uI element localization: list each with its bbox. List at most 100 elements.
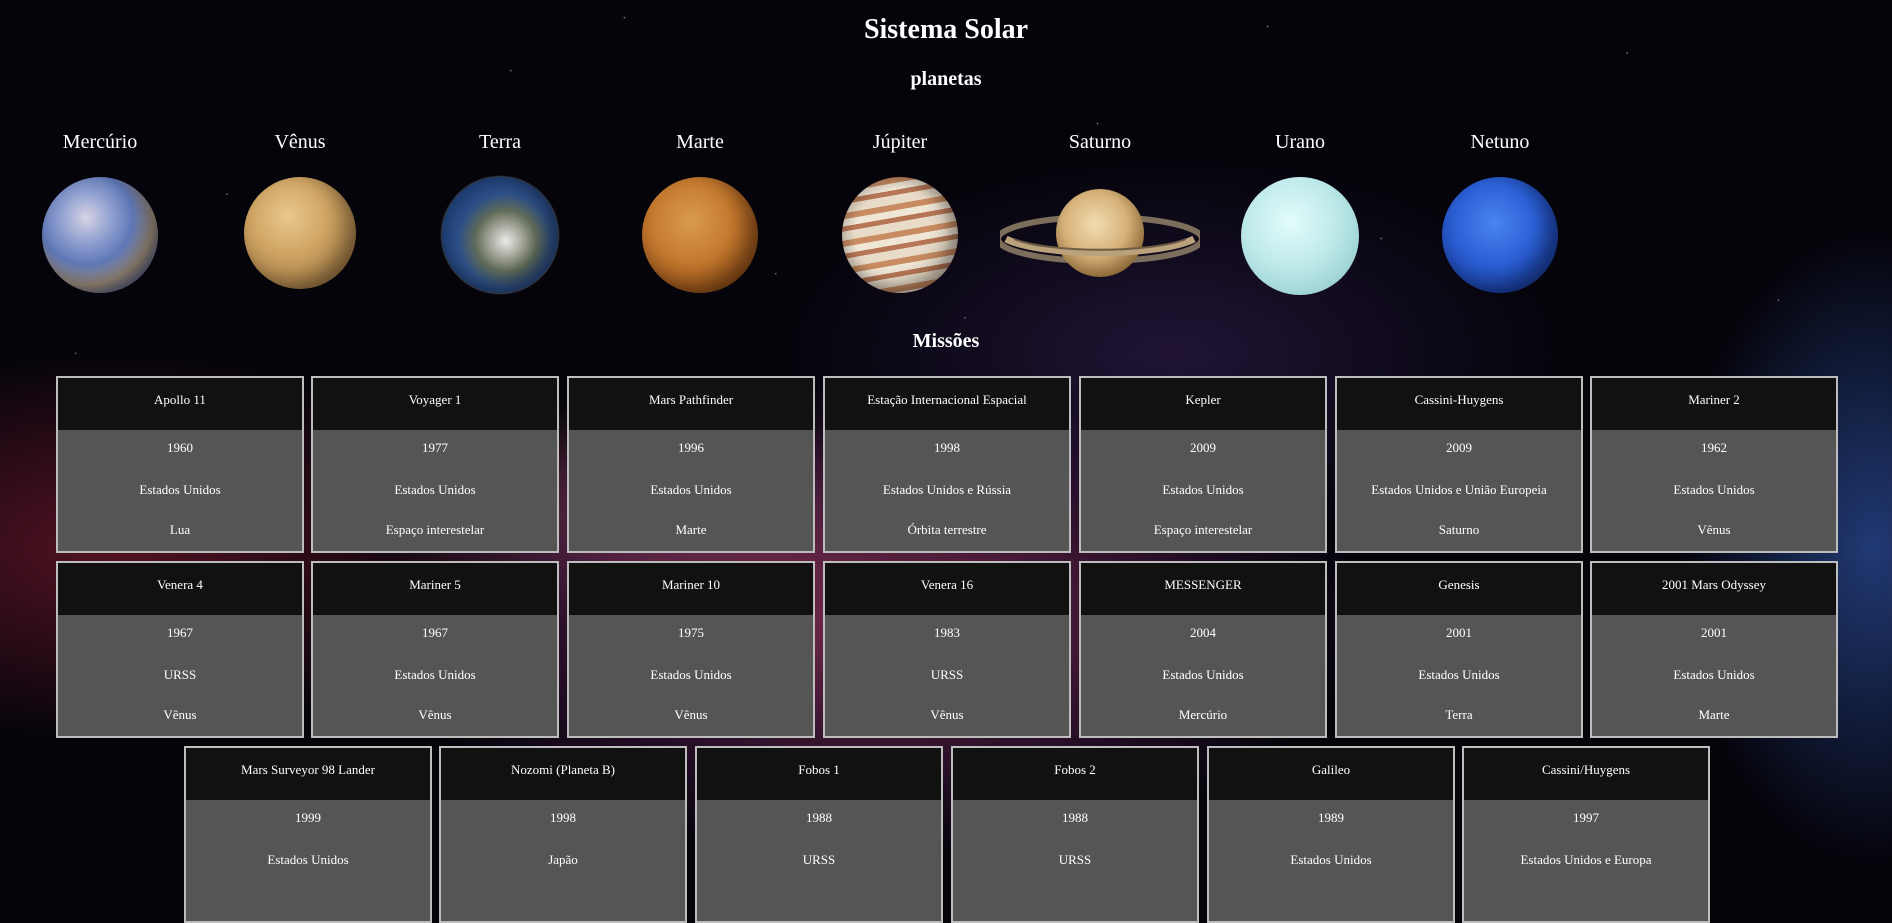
mission-country: URSS bbox=[1058, 852, 1092, 867]
mission-year: 1997 bbox=[1573, 810, 1599, 825]
mission-card[interactable]: Voyager 1 1977 Estados Unidos Espaço int… bbox=[311, 376, 559, 553]
planet-name: Mercúrio bbox=[62, 131, 138, 153]
mission-target: Terra bbox=[1445, 707, 1473, 722]
planet-name: Netuno bbox=[1470, 131, 1530, 153]
mission-target: Espaço interestelar bbox=[385, 522, 485, 537]
mission-country: Estados Unidos e Rússia bbox=[882, 482, 1012, 497]
mission-name: Mars Surveyor 98 Lander bbox=[186, 748, 430, 800]
mission-year: 2001 bbox=[1446, 625, 1472, 640]
planet-name: Vênus bbox=[274, 131, 326, 153]
mission-card[interactable]: Venera 16 1983 URSS Vênus bbox=[823, 561, 1071, 738]
mission-card[interactable]: Mariner 2 1962 Estados Unidos Vênus bbox=[1590, 376, 1838, 553]
planets-heading: planetas bbox=[910, 68, 982, 90]
mission-year: 1998 bbox=[550, 810, 576, 825]
mission-name: Mariner 5 bbox=[313, 563, 557, 615]
uranus-planet-image bbox=[1241, 177, 1359, 295]
mission-card[interactable]: Venera 4 1967 URSS Vênus bbox=[56, 561, 304, 738]
mission-card[interactable]: Apollo 11 1960 Estados Unidos Lua bbox=[56, 376, 304, 553]
mission-target bbox=[186, 880, 430, 920]
mission-card[interactable]: Mars Pathfinder 1996 Estados Unidos Mart… bbox=[567, 376, 815, 553]
mission-name: Mars Pathfinder bbox=[569, 378, 813, 430]
mission-country: Estados Unidos e Europa bbox=[1520, 852, 1652, 867]
mission-year: 1988 bbox=[806, 810, 832, 825]
mission-country: URSS bbox=[802, 852, 836, 867]
mission-name: Venera 4 bbox=[58, 563, 302, 615]
mission-card[interactable]: Fobos 1 1988 URSS bbox=[695, 746, 943, 923]
mission-name: Galileo bbox=[1209, 748, 1453, 800]
planet-jupiter: Júpiter bbox=[800, 130, 1000, 293]
mission-year: 1988 bbox=[1062, 810, 1088, 825]
mission-card[interactable]: 2001 Mars Odyssey 2001 Estados Unidos Ma… bbox=[1590, 561, 1838, 738]
mission-year: 1989 bbox=[1318, 810, 1344, 825]
planet-name: Marte bbox=[676, 131, 724, 153]
planet-mars: Marte bbox=[600, 130, 800, 293]
mission-target: Lua bbox=[169, 522, 191, 537]
mission-country: URSS bbox=[163, 667, 197, 682]
mission-card[interactable]: Mariner 10 1975 Estados Unidos Vênus bbox=[567, 561, 815, 738]
planet-venus: Vênus bbox=[200, 130, 400, 289]
neptune-planet-image bbox=[1442, 177, 1558, 293]
mission-target bbox=[1209, 880, 1453, 920]
planet-name: Urano bbox=[1275, 131, 1325, 153]
venus-planet-image bbox=[244, 177, 356, 289]
mission-name: Apollo 11 bbox=[58, 378, 302, 430]
mission-card[interactable]: Kepler 2009 Estados Unidos Espaço intere… bbox=[1079, 376, 1327, 553]
mission-name: 2001 Mars Odyssey bbox=[1592, 563, 1836, 615]
saturn-planet-image bbox=[1000, 177, 1200, 293]
planet-name: Terra bbox=[479, 131, 521, 153]
mission-name: Mariner 2 bbox=[1592, 378, 1836, 430]
mission-year: 1967 bbox=[422, 625, 448, 640]
mission-card[interactable]: Cassini/Huygens 1997 Estados Unidos e Eu… bbox=[1462, 746, 1710, 923]
mission-name: Genesis bbox=[1337, 563, 1581, 615]
mission-target bbox=[441, 880, 685, 920]
mission-name: Voyager 1 bbox=[313, 378, 557, 430]
mission-target: Vênus bbox=[930, 707, 964, 722]
mission-country: Estados Unidos bbox=[1290, 852, 1372, 867]
mission-target bbox=[697, 880, 941, 920]
mission-name: Cassini/Huygens bbox=[1464, 748, 1708, 800]
mission-target: Marte bbox=[1698, 707, 1730, 722]
mission-card[interactable]: Fobos 2 1988 URSS bbox=[951, 746, 1199, 923]
mission-country: Estados Unidos bbox=[394, 482, 476, 497]
mission-year: 1998 bbox=[934, 440, 960, 455]
mission-card[interactable]: Mariner 5 1967 Estados Unidos Vênus bbox=[311, 561, 559, 738]
mission-country: Japão bbox=[548, 852, 578, 867]
mission-year: 1962 bbox=[1701, 440, 1727, 455]
mission-country: Estados Unidos e União Europeia bbox=[1371, 482, 1547, 497]
mission-target: Vênus bbox=[418, 707, 452, 722]
mission-target: Marte bbox=[675, 522, 707, 537]
mission-card[interactable]: Cassini-Huygens 2009 Estados Unidos e Un… bbox=[1335, 376, 1583, 553]
planet-neptune: Netuno bbox=[1400, 130, 1600, 293]
planet-mercury: Mercúrio bbox=[0, 130, 200, 293]
mission-name: Cassini-Huygens bbox=[1337, 378, 1581, 430]
jupiter-planet-image bbox=[842, 177, 958, 293]
mission-country: Estados Unidos bbox=[1673, 482, 1755, 497]
mission-target bbox=[1464, 880, 1708, 920]
planet-uranus: Urano bbox=[1200, 130, 1400, 295]
mission-name: MESSENGER bbox=[1081, 563, 1325, 615]
planet-name: Saturno bbox=[1068, 131, 1132, 153]
mission-country: Estados Unidos bbox=[1673, 667, 1755, 682]
mission-target: Órbita terrestre bbox=[907, 522, 987, 537]
mission-name: Estação Internacional Espacial bbox=[825, 378, 1069, 430]
mission-country: Estados Unidos bbox=[1162, 667, 1244, 682]
mission-year: 2009 bbox=[1190, 440, 1216, 455]
mission-country: Estados Unidos bbox=[267, 852, 349, 867]
mission-card[interactable]: Estação Internacional Espacial 1998 Esta… bbox=[823, 376, 1071, 553]
missions-heading: Missões bbox=[912, 330, 980, 352]
mission-card[interactable]: Genesis 2001 Estados Unidos Terra bbox=[1335, 561, 1583, 738]
mission-country: Estados Unidos bbox=[139, 482, 221, 497]
mission-year: 1999 bbox=[295, 810, 321, 825]
mercury-planet-image bbox=[42, 177, 158, 293]
mission-card[interactable]: MESSENGER 2004 Estados Unidos Mercúrio bbox=[1079, 561, 1327, 738]
mission-country: Estados Unidos bbox=[650, 667, 732, 682]
mission-card[interactable]: Galileo 1989 Estados Unidos bbox=[1207, 746, 1455, 923]
mission-target bbox=[953, 880, 1197, 920]
mission-year: 1977 bbox=[422, 440, 448, 455]
mission-year: 1996 bbox=[678, 440, 704, 455]
mission-card[interactable]: Nozomi (Planeta B) 1998 Japão bbox=[439, 746, 687, 923]
mission-name: Venera 16 bbox=[825, 563, 1069, 615]
planet-earth: Terra bbox=[400, 130, 600, 293]
mission-card[interactable]: Mars Surveyor 98 Lander 1999 Estados Uni… bbox=[184, 746, 432, 923]
mission-target: Saturno bbox=[1438, 522, 1480, 537]
